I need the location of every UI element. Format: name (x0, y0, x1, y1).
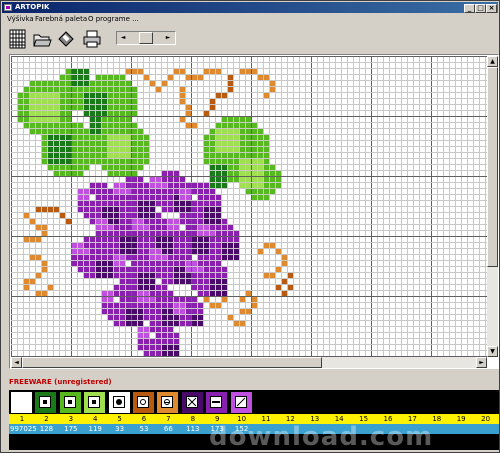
palette-swatch-empty[interactable] (255, 392, 276, 413)
title-bar[interactable]: ARTOPIK _ □ × (2, 2, 498, 13)
palette-index-2: 2 (44, 415, 49, 423)
stitch-symbol-icon (137, 396, 149, 408)
license-label: FREEWARE (unregistered) (9, 378, 112, 386)
palette-swatch-5[interactable] (108, 392, 130, 413)
open-folder-icon[interactable] (32, 29, 52, 49)
scroll-up-button[interactable]: ▲ (487, 56, 498, 67)
vertical-scrollbar[interactable]: ▲ ▼ (487, 56, 498, 357)
horizontal-scroll-thumb[interactable] (22, 357, 322, 368)
watermark: download.com (209, 422, 434, 452)
palette-swatch-empty[interactable] (450, 392, 472, 413)
palette-count-6: 53 (139, 425, 149, 433)
stitch-symbol-icon (112, 396, 125, 408)
palette-swatch-2[interactable] (35, 392, 57, 413)
toolbar: ◄ ► (2, 26, 498, 52)
palette-swatch-empty[interactable] (303, 392, 325, 413)
window-title: ARTOPIK (15, 3, 50, 11)
palette-swatch-empty[interactable] (377, 392, 398, 413)
stitch-symbol-icon (185, 396, 198, 408)
palette-index-1: 1 (19, 415, 25, 423)
stitch-symbol-icon (161, 396, 174, 408)
palette-swatch-empty[interactable] (425, 392, 447, 413)
palette-index-19: 19 (456, 415, 466, 423)
app-icon (4, 4, 12, 11)
slider-right-arrow[interactable]: ► (163, 32, 173, 44)
palette-swatch-8[interactable] (181, 392, 203, 413)
stitch-symbol-icon (63, 396, 76, 408)
stitch-symbol-icon (234, 396, 247, 408)
menu-bar: Výšivka Farebná paleta O programe ... (2, 13, 498, 25)
palette-swatch-9[interactable] (206, 392, 228, 413)
print-icon[interactable] (82, 29, 102, 49)
palette-count-1: 997025 (10, 425, 37, 433)
stitch-symbol-icon (210, 396, 223, 408)
scroll-right-button[interactable]: ► (476, 357, 487, 368)
palette-count-8: 113 (186, 425, 200, 433)
palette-swatch-7[interactable] (157, 392, 179, 413)
palette-swatch-empty[interactable] (474, 392, 496, 413)
palette-count-3: 175 (64, 425, 78, 433)
slider-left-arrow[interactable]: ◄ (118, 32, 128, 44)
palette-index-5: 5 (117, 415, 122, 423)
menu-color-palette[interactable]: Farebná paleta (35, 13, 87, 25)
palette-swatch-3[interactable] (59, 392, 81, 413)
palette-index-3: 3 (68, 415, 74, 423)
zoom-slider[interactable]: ◄ ► (116, 31, 176, 45)
palette-index-7: 7 (166, 415, 171, 423)
menu-embroidery[interactable]: Výšivka (7, 13, 34, 25)
palette-index-6: 6 (141, 415, 147, 423)
scroll-left-button[interactable]: ◄ (11, 357, 22, 368)
palette-swatch-empty[interactable] (401, 392, 423, 413)
palette-swatch-1[interactable] (11, 392, 32, 413)
close-button[interactable]: × (486, 4, 497, 13)
stitch-symbol-icon (88, 396, 101, 408)
save-disk-icon[interactable] (56, 29, 76, 49)
palette-swatch-6[interactable] (133, 392, 154, 413)
palette-swatch-empty[interactable] (328, 392, 350, 413)
vertical-scroll-thumb[interactable] (487, 67, 498, 267)
palette-count-4: 119 (88, 425, 102, 433)
minimize-button[interactable]: _ (464, 4, 475, 13)
palette-swatch-empty[interactable] (352, 392, 374, 413)
palette-index-8: 8 (190, 415, 196, 423)
palette-swatch-10[interactable] (230, 392, 252, 413)
palette-count-5: 33 (115, 425, 125, 433)
menu-about[interactable]: O programe ... (88, 13, 139, 25)
grid-icon[interactable] (8, 29, 28, 49)
pattern-canvas: ▲ ▼ ◄ ► (9, 54, 499, 369)
palette-index-20: 20 (481, 415, 491, 423)
slider-thumb[interactable] (139, 32, 153, 44)
scroll-down-button[interactable]: ▼ (487, 346, 498, 357)
palette-swatch-empty[interactable] (279, 392, 301, 413)
maximize-button[interactable]: □ (475, 4, 486, 13)
palette-count-2: 128 (39, 425, 54, 433)
color-palette: 1 2 3 4 5 6 7 8 9 10 11 12 13 14 15 16 17 18 19 20 997025 12… (9, 390, 499, 452)
horizontal-scrollbar[interactable]: ◄ ► (11, 357, 487, 368)
stitch-symbol-icon (39, 396, 52, 408)
cross-stitch-grid[interactable] (11, 56, 487, 357)
app-window: ARTOPIK _ □ × Výšivka Farebná paleta O p… (0, 0, 500, 453)
palette-swatch-4[interactable] (84, 392, 106, 413)
palette-index-4: 4 (92, 415, 98, 423)
palette-count-7: 66 (163, 425, 173, 433)
